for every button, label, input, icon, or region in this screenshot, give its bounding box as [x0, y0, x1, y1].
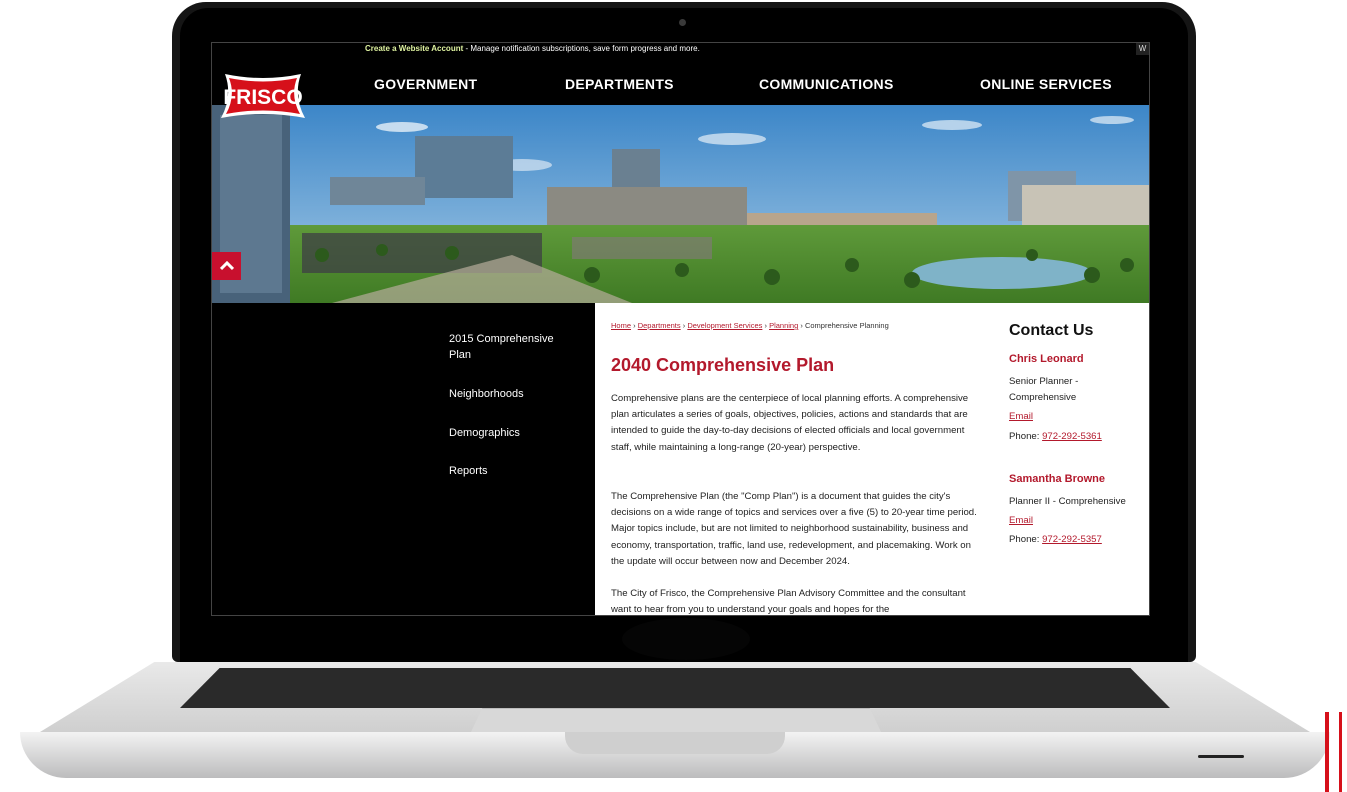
- phone-label: Phone:: [1009, 431, 1043, 442]
- hero-cityscape-image: [212, 105, 1149, 303]
- main-nav: GOVERNMENT DEPARTMENTS COMMUNICATIONS ON…: [212, 55, 1149, 105]
- contact-email-link[interactable]: Email: [1009, 411, 1033, 422]
- nav-government[interactable]: GOVERNMENT: [374, 76, 477, 92]
- logo-text: FRISCO: [223, 86, 302, 109]
- paragraph-comp-plan: The Comprehensive Plan (the "Comp Plan")…: [611, 491, 977, 567]
- camera-icon: [679, 19, 686, 26]
- phone-label: Phone:: [1009, 534, 1043, 545]
- decorative-red-bar: [1325, 712, 1342, 792]
- breadcrumb: Home › Departments › Development Service…: [611, 321, 889, 330]
- create-account-link[interactable]: Create a Website Account: [365, 44, 463, 53]
- contact-phone-link[interactable]: 972-292-5361: [1042, 431, 1102, 442]
- chevron-up-icon: [219, 261, 234, 271]
- lid-notch: [565, 732, 785, 754]
- breadcrumb-separator: ›: [764, 321, 767, 330]
- contact-name: Chris Leonard: [1009, 353, 1084, 365]
- breadcrumb-current: Comprehensive Planning: [804, 321, 889, 330]
- breadcrumb-separator: ›: [682, 321, 686, 330]
- paragraph-feedback: The City of Frisco, the Comprehensive Pl…: [611, 588, 966, 615]
- contact-phone: Phone: 972-292-5357: [1009, 532, 1102, 548]
- keyboard: [180, 668, 1170, 708]
- sidebar-item-demographics[interactable]: Demographics: [449, 425, 569, 441]
- account-banner: Create a Website Account - Manage notifi…: [212, 43, 1149, 60]
- contact-title: Contact Us: [1009, 322, 1094, 339]
- nav-departments[interactable]: DEPARTMENTS: [565, 76, 674, 92]
- screen-glare-blot: [622, 618, 750, 660]
- contact-phone: Phone: 972-292-5361: [1009, 429, 1102, 445]
- frisco-logo[interactable]: FRISCO: [215, 70, 311, 122]
- contact-name: Samantha Browne: [1009, 473, 1105, 485]
- nav-communications[interactable]: COMMUNICATIONS: [759, 76, 894, 92]
- browser-screen: Create a Website Account - Manage notifi…: [211, 42, 1150, 616]
- contact-email-link[interactable]: Email: [1009, 515, 1033, 526]
- trackpad: [470, 708, 882, 734]
- breadcrumb-separator: ›: [800, 321, 803, 330]
- nav-online-services[interactable]: ONLINE SERVICES: [980, 76, 1112, 92]
- contact-phone-link[interactable]: 972-292-5357: [1042, 534, 1102, 545]
- breadcrumb-departments[interactable]: Departments: [638, 321, 681, 330]
- breadcrumb-home[interactable]: Home: [611, 321, 631, 330]
- breadcrumb-development-services[interactable]: Development Services: [687, 321, 762, 330]
- contact-role: Senior Planner - Comprehensive: [1009, 376, 1079, 403]
- sidebar-nav: 2015 Comprehensive Plan Neighborhoods De…: [212, 303, 595, 615]
- breadcrumb-planning[interactable]: Planning: [769, 321, 798, 330]
- page-title: 2040 Comprehensive Plan: [611, 355, 835, 375]
- paragraph-intro: Comprehensive plans are the centerpiece …: [611, 393, 969, 453]
- contact-role: Planner II - Comprehensive: [1009, 496, 1126, 507]
- main-content: Home › Departments › Development Service…: [595, 303, 1149, 615]
- account-banner-text: - Manage notification subscriptions, sav…: [463, 44, 700, 53]
- sidebar-item-2015-plan[interactable]: 2015 Comprehensive Plan: [449, 331, 569, 363]
- scroll-up-button[interactable]: [212, 252, 241, 280]
- breadcrumb-separator: ›: [633, 321, 636, 330]
- port-slot: [1198, 755, 1244, 758]
- sidebar-item-neighborhoods[interactable]: Neighborhoods: [449, 386, 569, 402]
- sidebar-item-reports[interactable]: Reports: [449, 463, 569, 479]
